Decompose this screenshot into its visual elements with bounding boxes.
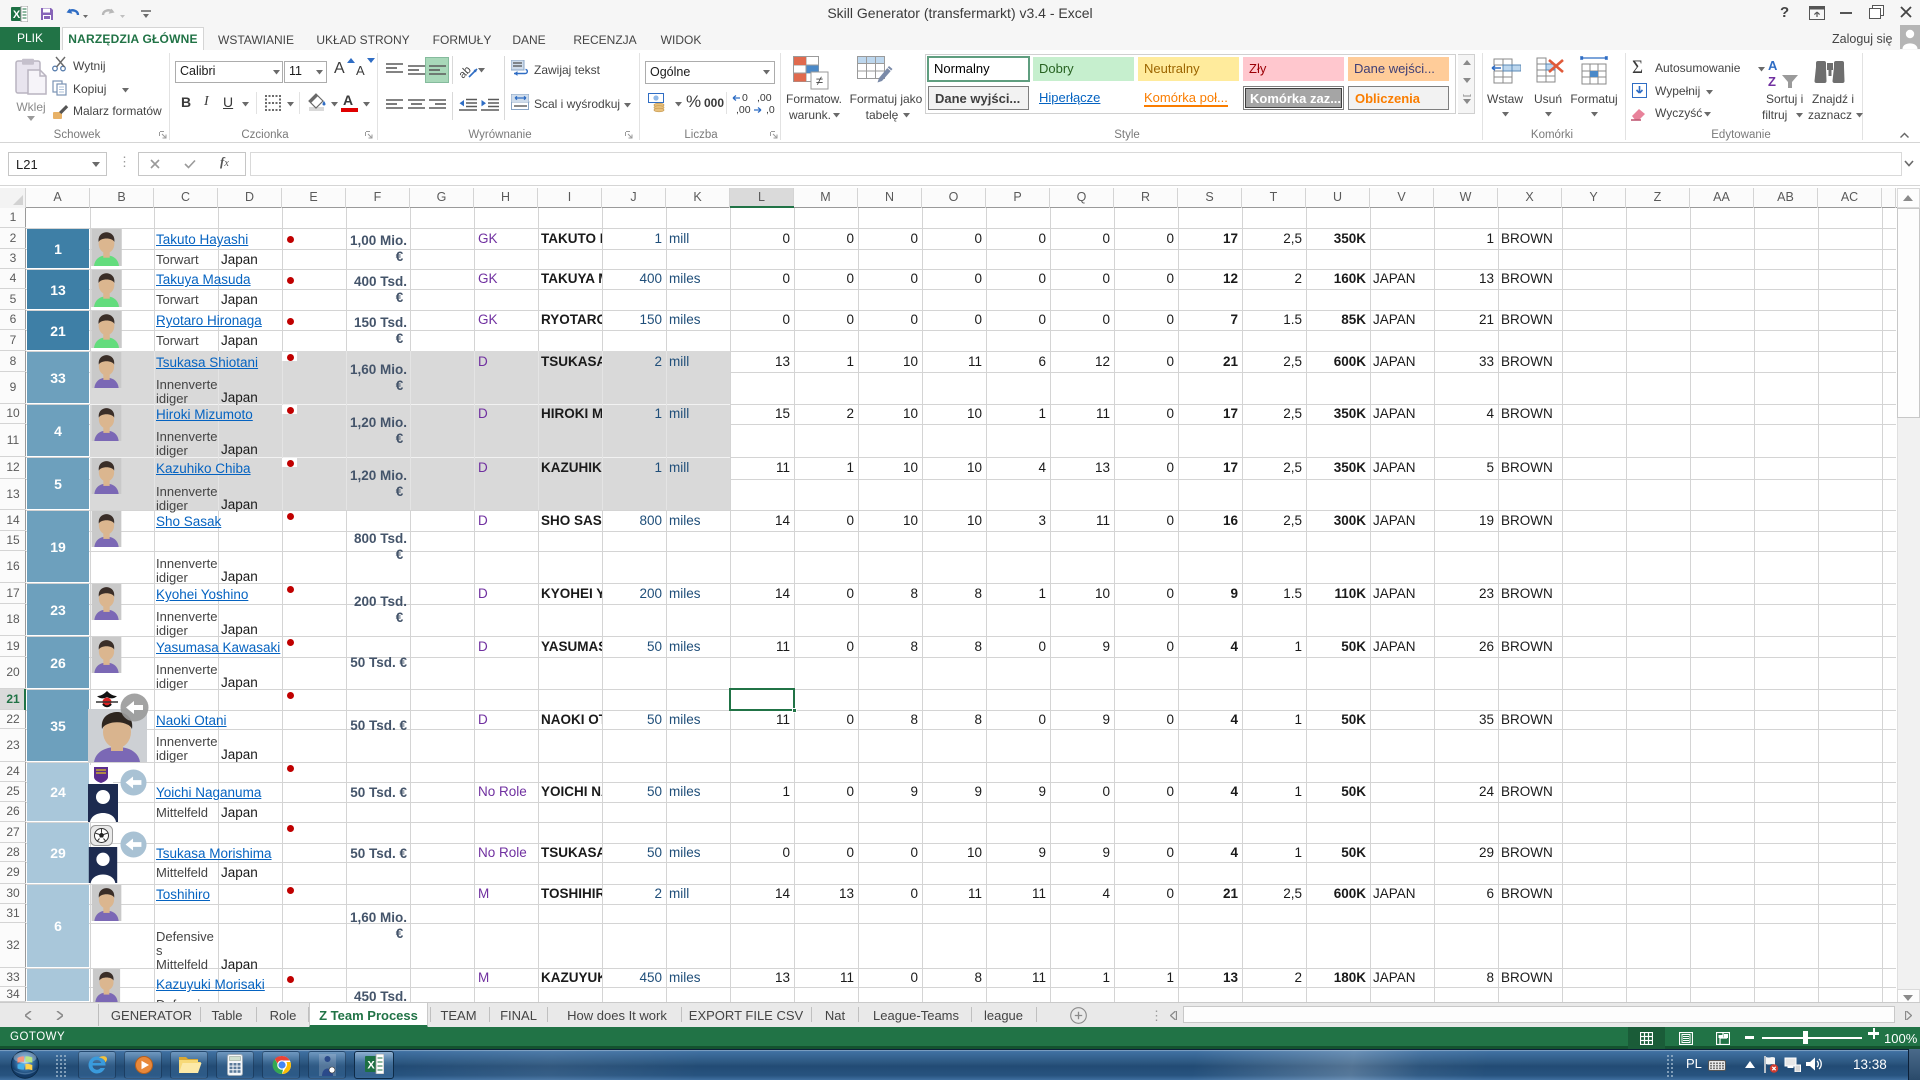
svg-text:Z: Z	[1768, 74, 1776, 89]
svg-text:A: A	[1768, 58, 1778, 73]
svg-text:ab: ab	[459, 64, 474, 80]
svg-text:≠: ≠	[816, 73, 823, 88]
svg-text:X: X	[367, 1060, 375, 1072]
